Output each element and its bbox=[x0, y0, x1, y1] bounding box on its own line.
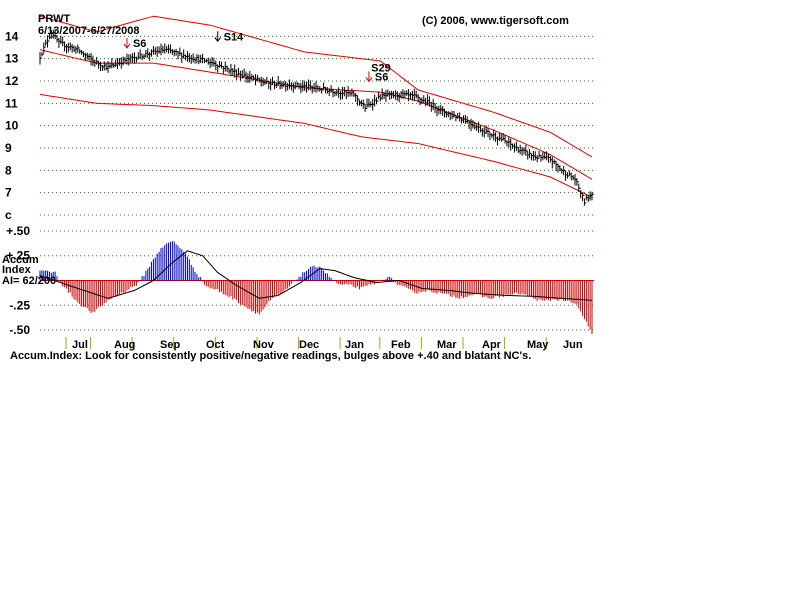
price-tick-label: 9 bbox=[5, 141, 12, 155]
month-label: Jun bbox=[563, 339, 583, 351]
month-axis: Jul Aug Sep Oct Nov Dec Jan Feb Mar Apr May Jun bbox=[65, 337, 583, 351]
copyright-text: (C) 2006, www.tigersoft.com bbox=[422, 15, 569, 27]
signal-label: S6 bbox=[375, 71, 388, 83]
accum-bars bbox=[39, 241, 593, 334]
price-and-accum-chart: 1413121110987c +.50+.25-.25-.50 S6S14S29… bbox=[2, 13, 594, 362]
price-tick-label: 10 bbox=[5, 119, 19, 133]
price-tick-label: 12 bbox=[5, 74, 19, 88]
accum-ai-value: AI= 62/200 bbox=[2, 275, 56, 287]
chart-caption: Accum.Index: Look for consistently posit… bbox=[10, 350, 531, 362]
accum-tick-label: +.50 bbox=[6, 224, 30, 238]
price-tick-label: 11 bbox=[5, 96, 18, 110]
price-axis-labels: 14 13 12 11 10 9 8 7 c bbox=[5, 29, 19, 222]
signal-label: S6 bbox=[133, 38, 146, 50]
price-bars bbox=[39, 29, 594, 206]
price-tick-label: 13 bbox=[5, 52, 19, 66]
price-tick-label: 7 bbox=[5, 186, 12, 200]
accum-tick-label: -.50 bbox=[9, 323, 30, 337]
chart-date-range: 6/13/2007-6/27/2008 bbox=[38, 25, 140, 37]
chart-ticker: PRWT bbox=[38, 13, 70, 25]
signal-label: S14 bbox=[224, 31, 244, 43]
middle-band-line bbox=[39, 49, 593, 180]
price-tick-label: c bbox=[5, 208, 12, 222]
price-tick-label: 8 bbox=[5, 163, 12, 177]
price-tick-label: 14 bbox=[5, 29, 19, 43]
accum-tick-label: -.25 bbox=[9, 298, 30, 312]
